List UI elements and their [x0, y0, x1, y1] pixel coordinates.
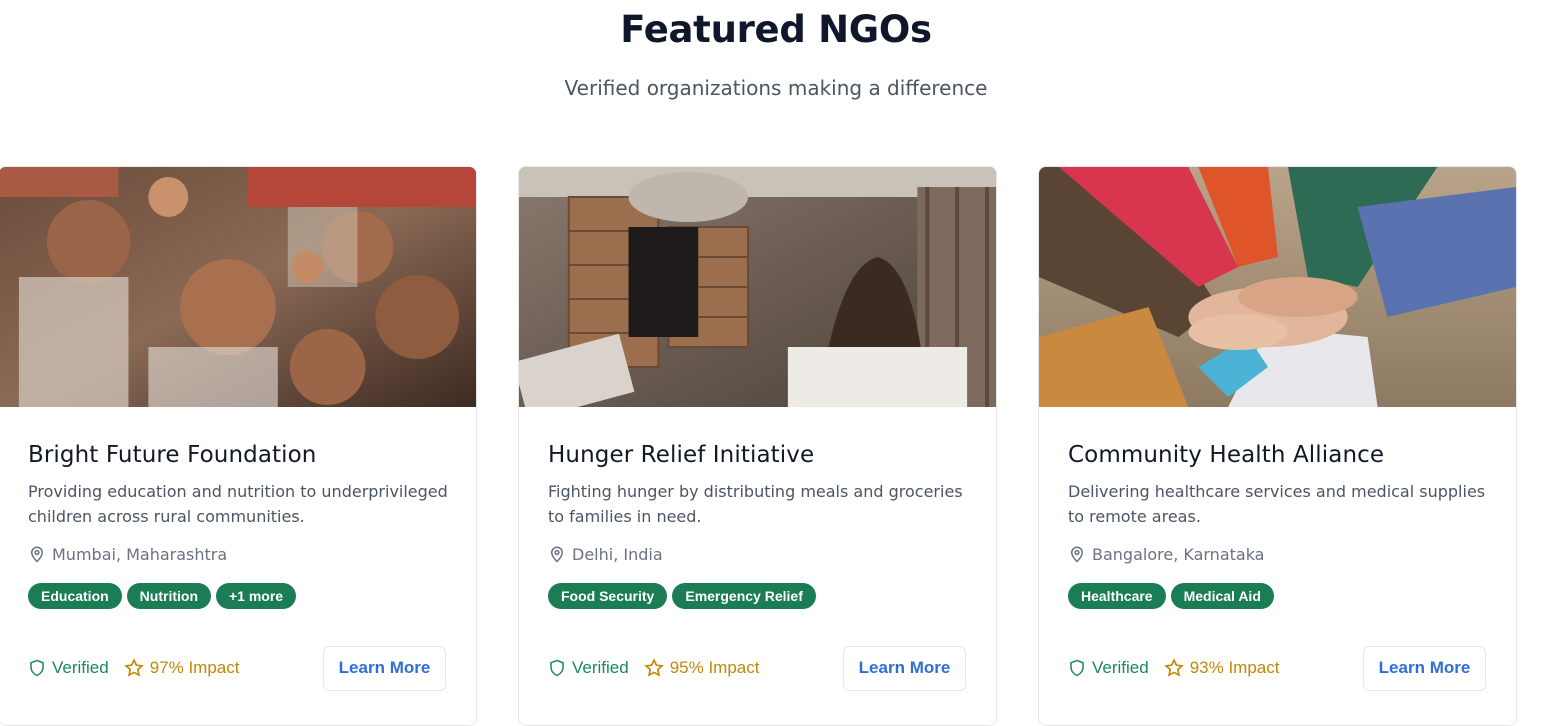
star-icon — [1163, 658, 1184, 677]
impact-score: 97% Impact — [123, 658, 240, 678]
shield-icon — [1070, 659, 1084, 677]
card-footer: Verified 93% Impact Learn More — [1068, 645, 1486, 691]
card-footer: Verified 97% Impact Learn More — [28, 645, 446, 691]
card-location: Mumbai, Maharashtra — [28, 544, 227, 564]
verified-badge: Verified — [548, 658, 629, 678]
tag-list: Education Nutrition +1 more — [28, 583, 297, 609]
card-title: Hunger Relief Initiative — [548, 442, 815, 468]
shield-icon — [30, 659, 44, 677]
map-pin-icon — [30, 546, 44, 563]
verified-badge: Verified — [28, 658, 109, 678]
verified-label: Verified — [1092, 658, 1149, 677]
page-subtitle: Verified organizations making a differen… — [564, 76, 988, 100]
tag: Education — [28, 583, 122, 609]
learn-more-button[interactable]: Learn More — [1363, 645, 1486, 691]
location-text: Bangalore, Karnataka — [1092, 544, 1265, 564]
tag: Emergency Relief — [672, 583, 816, 609]
tag: Food Security — [548, 583, 668, 609]
verified-label: Verified — [52, 658, 109, 677]
ngo-card-hunger-relief: Hunger Relief Initiative Fighting hunger… — [518, 166, 997, 726]
verified-badge: Verified — [1068, 658, 1149, 678]
ngo-card-community-health: Community Health Alliance Delivering hea… — [1038, 166, 1517, 726]
tag: Healthcare — [1068, 583, 1166, 609]
location-text: Mumbai, Maharashtra — [52, 544, 228, 564]
card-description: Delivering healthcare services and medic… — [1068, 482, 1486, 526]
impact-label: 97% Impact — [149, 658, 240, 677]
shield-icon — [550, 659, 564, 677]
ngo-card-bright-future: Bright Future Foundation Providing educa… — [0, 166, 477, 726]
card-location: Delhi, India — [548, 544, 663, 564]
impact-score: 95% Impact — [643, 658, 760, 678]
location-text: Delhi, India — [572, 544, 663, 564]
star-icon — [643, 658, 664, 677]
page-title: Featured NGOs — [620, 8, 932, 51]
card-image-children — [0, 167, 476, 407]
card-footer: Verified 95% Impact Learn More — [548, 645, 966, 691]
card-image-food-boxes — [519, 167, 996, 407]
verified-label: Verified — [572, 658, 629, 677]
card-location: Bangalore, Karnataka — [1068, 544, 1264, 564]
learn-more-button[interactable]: Learn More — [843, 645, 966, 691]
impact-score: 93% Impact — [1163, 658, 1280, 678]
tag-list: Food Security Emergency Relief — [548, 583, 816, 609]
star-icon — [123, 658, 144, 677]
card-description: Fighting hunger by distributing meals an… — [548, 482, 963, 526]
impact-label: 95% Impact — [669, 658, 760, 677]
tag: Nutrition — [126, 583, 211, 609]
card-image-stacked-hands — [1039, 167, 1516, 407]
card-description: Providing education and nutrition to und… — [28, 482, 448, 526]
map-pin-icon — [550, 546, 564, 563]
tag-more[interactable]: +1 more — [216, 583, 297, 609]
learn-more-button[interactable]: Learn More — [323, 645, 446, 691]
map-pin-icon — [1070, 546, 1084, 563]
tag: Medical Aid — [1170, 583, 1274, 609]
impact-label: 93% Impact — [1189, 658, 1280, 677]
card-title: Bright Future Foundation — [28, 442, 317, 468]
tag-list: Healthcare Medical Aid — [1068, 583, 1274, 609]
card-title: Community Health Alliance — [1068, 442, 1385, 468]
